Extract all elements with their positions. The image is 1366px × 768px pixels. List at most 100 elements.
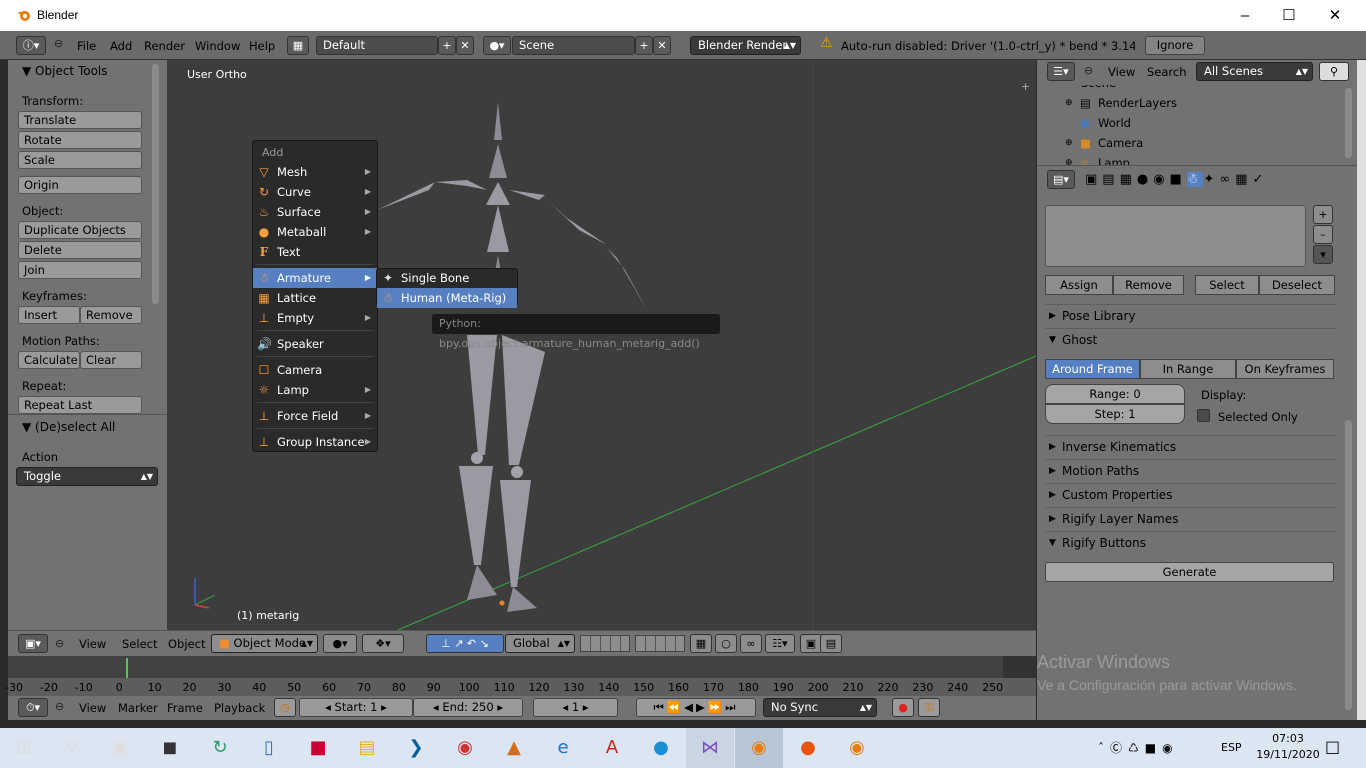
remove-scene-icon[interactable]: ✕: [653, 36, 671, 55]
range-field[interactable]: Range: 0: [1045, 384, 1185, 404]
clock-date[interactable]: 19/11/2020: [1252, 748, 1324, 761]
action-dropdown[interactable]: Toggle ▲▼: [16, 467, 158, 486]
screen-layout-icon[interactable]: ▦: [287, 36, 309, 55]
viewport-shading-icon[interactable]: ●▾: [323, 634, 357, 653]
clock-time[interactable]: 07:03: [1264, 732, 1312, 745]
menu-select[interactable]: Select: [122, 637, 157, 651]
add-scene-icon[interactable]: +: [635, 36, 653, 55]
properties-scrollbar[interactable]: [1345, 420, 1352, 710]
input-language[interactable]: ESP: [1221, 741, 1242, 754]
outliner-row-world[interactable]: ● World: [1037, 113, 1335, 133]
menu-item-human-metarig[interactable]: ☃ Human (Meta-Rig): [377, 288, 517, 308]
system-tray-icons[interactable]: ˆⒸ♺■◉: [1098, 739, 1179, 756]
ghost-on-keyframes-tab[interactable]: On Keyframes: [1236, 359, 1334, 379]
inverse-kinematics-section[interactable]: ▶ Inverse Kinematics: [1045, 435, 1337, 457]
menu-item-armature[interactable]: ☃ Armature ▶: [253, 268, 377, 288]
generate-button[interactable]: Generate: [1045, 562, 1334, 582]
preview-range-icon[interactable]: ◷: [274, 698, 296, 717]
menu-item-lamp[interactable]: ☼ Lamp ▶: [253, 380, 377, 400]
remove-button[interactable]: Remove: [1113, 275, 1184, 295]
origin-button[interactable]: Origin: [18, 176, 142, 194]
display-mode-dropdown[interactable]: All Scenes ▲▼: [1196, 62, 1313, 81]
editor-type-timeline-icon[interactable]: ⏱▾: [18, 698, 48, 717]
notifications-icon[interactable]: □: [1325, 737, 1340, 756]
search-icon[interactable]: ⚲: [48, 728, 96, 768]
scene-layers-grid[interactable]: [580, 635, 630, 652]
ghost-section[interactable]: ▼ Ghost: [1045, 328, 1337, 350]
menu-frame[interactable]: Frame: [167, 701, 203, 715]
menu-window[interactable]: Window: [195, 39, 240, 53]
menu-render[interactable]: Render: [144, 39, 185, 53]
scene-icon[interactable]: ●▾: [483, 36, 511, 55]
taskbar-app-fire-icon[interactable]: ▲: [490, 728, 538, 768]
file-explorer-icon[interactable]: ▤: [343, 728, 391, 768]
outliner-scrollbar[interactable]: [1345, 88, 1352, 158]
end-frame-field[interactable]: ◂ End: 250 ▸: [413, 698, 523, 717]
tool-shelf-scrollbar[interactable]: [152, 64, 159, 304]
menu-view[interactable]: View: [1108, 65, 1135, 79]
outliner-row-camera[interactable]: ⊕ ■ Camera: [1037, 133, 1335, 153]
sync-dropdown[interactable]: No Sync ▲▼: [763, 698, 877, 717]
menu-item-surface[interactable]: ♨ Surface ▶: [253, 202, 377, 222]
collapse-menu-icon[interactable]: ⊖: [55, 700, 64, 713]
timeline-track[interactable]: [8, 656, 1036, 678]
menu-item-empty[interactable]: ⊥ Empty ▶: [253, 308, 377, 328]
start-frame-field[interactable]: ◂ Start: 1 ▸: [299, 698, 413, 717]
menu-item-text[interactable]: F Text: [253, 242, 377, 262]
render-animation-icon[interactable]: ▤: [820, 634, 842, 653]
selected-only-checkbox[interactable]: [1197, 409, 1210, 422]
rigify-layer-names-section[interactable]: ▶ Rigify Layer Names: [1045, 507, 1337, 529]
task-view-icon[interactable]: ▣: [96, 728, 144, 768]
ghost-around-frame-tab[interactable]: Around Frame: [1045, 359, 1140, 379]
menu-view[interactable]: View: [79, 701, 106, 715]
menu-item-mesh[interactable]: ▽ Mesh ▶: [253, 162, 377, 182]
menu-item-single-bone[interactable]: ✦ Single Bone: [377, 268, 517, 288]
timeline[interactable]: -30 -20 -10 0 10 20 30 40 50 60 70 80 90 100 110 120 130…: [5, 656, 1036, 696]
menu-object[interactable]: Object: [168, 637, 205, 651]
clear-button[interactable]: Clear: [80, 351, 142, 369]
search-icon[interactable]: ⚲: [1319, 62, 1349, 81]
taskbar-app-icon[interactable]: ◉: [441, 728, 489, 768]
menu-add[interactable]: Add: [110, 39, 132, 53]
context-tabs[interactable]: ▣▤▦●◉■☃✦∞▦✓: [1085, 170, 1305, 190]
lock-layers-icon[interactable]: ▦: [690, 634, 712, 653]
menu-view[interactable]: View: [79, 637, 106, 651]
delete-button[interactable]: Delete: [18, 241, 142, 259]
rigify-buttons-section[interactable]: ▼ Rigify Buttons: [1045, 531, 1337, 553]
ghost-in-range-tab[interactable]: In Range: [1140, 359, 1236, 379]
editor-type-outliner-icon[interactable]: ☰▾: [1047, 62, 1075, 81]
firefox-icon[interactable]: ●: [784, 728, 832, 768]
object-tools-title[interactable]: ▼ Object Tools: [22, 64, 108, 78]
edge-browser-icon[interactable]: ●: [637, 728, 685, 768]
menu-marker[interactable]: Marker: [118, 701, 158, 715]
menu-item-curve[interactable]: ↻ Curve ▶: [253, 182, 377, 202]
scene-layers-grid-2[interactable]: [635, 635, 685, 652]
start-button[interactable]: ⊞: [0, 728, 48, 768]
add-group-icon[interactable]: +: [1313, 205, 1333, 224]
outliner-row-renderlayers[interactable]: ⊕ ▤ RenderLayers: [1037, 93, 1335, 113]
menu-file[interactable]: File: [77, 39, 96, 53]
taskbar-app-sync-icon[interactable]: ↻: [196, 728, 244, 768]
select-button[interactable]: Select: [1195, 275, 1259, 295]
outliner-row-lamp[interactable]: ⊕ ☼ Lamp: [1037, 153, 1335, 165]
menu-item-metaball[interactable]: ● Metaball ▶: [253, 222, 377, 242]
scene-field[interactable]: Scene: [512, 36, 635, 55]
editor-type-3dview-icon[interactable]: ▣▾: [18, 634, 48, 653]
editor-type-properties-icon[interactable]: ▤▾: [1047, 170, 1075, 189]
taskbar-app-a-icon[interactable]: A: [588, 728, 636, 768]
powershell-icon[interactable]: ❯: [392, 728, 440, 768]
menu-search[interactable]: Search: [1147, 65, 1187, 79]
menu-item-lattice[interactable]: ▦ Lattice: [253, 288, 377, 308]
visual-studio-icon[interactable]: ⋈: [686, 728, 734, 768]
mode-dropdown[interactable]: ■ Object Mode ▲▼: [211, 634, 318, 653]
repeat-last-button[interactable]: Repeat Last: [18, 396, 142, 414]
menu-item-camera[interactable]: ☐ Camera: [253, 360, 377, 380]
collapse-menu-icon[interactable]: ⊖: [54, 37, 63, 50]
menu-item-force-field[interactable]: ⊥ Force Field ▶: [253, 406, 377, 426]
manipulator-icons[interactable]: ⊥ ↗ ↶ ↘: [426, 634, 504, 653]
timeline-ruler[interactable]: -30 -20 -10 0 10 20 30 40 50 60 70 80 90 100 110 120 130…: [5, 678, 1036, 696]
snap-element-icon[interactable]: ☷▾: [765, 634, 795, 653]
calculate-button[interactable]: Calculate: [18, 351, 80, 369]
rotate-button[interactable]: Rotate: [18, 131, 142, 149]
specials-icon[interactable]: ▾: [1313, 245, 1333, 264]
